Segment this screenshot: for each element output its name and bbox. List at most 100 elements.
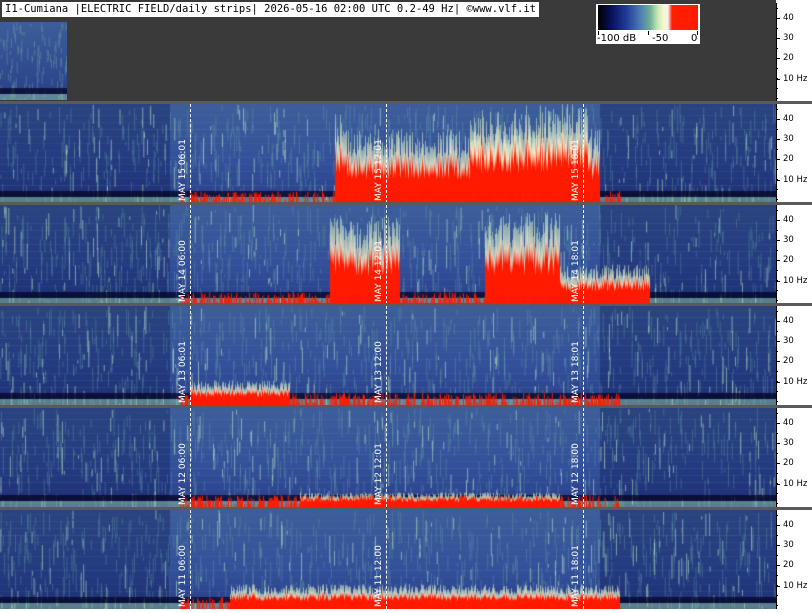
time-marker-line — [386, 306, 387, 405]
axis-minor-tick — [776, 381, 778, 382]
axis-minor-tick — [776, 565, 778, 566]
color-scale-bar — [598, 5, 698, 30]
axis-minor-tick — [776, 443, 778, 444]
time-marker-label: MAY 14 06:00 — [178, 240, 188, 302]
axis-minor-tick — [776, 493, 778, 494]
axis-minor-tick — [776, 321, 778, 322]
time-marker-label: MAY 12 12:01 — [374, 443, 384, 505]
axis-minor-tick — [776, 210, 778, 211]
axis-minor-tick — [776, 119, 778, 120]
axis-label: 10 Hz — [783, 276, 808, 286]
axis-minor-tick — [776, 545, 778, 546]
time-marker-line — [583, 510, 584, 609]
axis-label: 30 — [783, 33, 794, 43]
axis-tick — [776, 79, 780, 80]
frequency-axis: 40 30 20 10 Hz — [776, 408, 812, 507]
axis-tick — [776, 484, 780, 485]
axis-tick — [776, 281, 780, 282]
strip-separator — [0, 507, 812, 510]
time-marker-line — [583, 205, 584, 304]
time-marker-line — [190, 510, 191, 609]
axis-minor-tick — [776, 423, 778, 424]
axis-minor-tick — [776, 220, 778, 221]
axis-minor-tick — [776, 199, 778, 200]
axis-label: 30 — [783, 438, 794, 448]
axis-minor-tick — [776, 169, 778, 170]
axis-label: 40 — [783, 13, 794, 23]
axis-minor-tick — [776, 585, 778, 586]
axis-label: 10 Hz — [783, 74, 808, 84]
axis-minor-tick — [776, 391, 778, 392]
spectrogram-strip — [0, 408, 776, 507]
frequency-axis-header: 40 30 20 10 Hz — [776, 3, 812, 102]
time-marker-line — [386, 408, 387, 507]
axis-label: 40 — [783, 520, 794, 530]
axis-minor-tick — [776, 109, 778, 110]
axis-minor-tick — [776, 58, 778, 59]
axis-label: 20 — [783, 560, 794, 570]
time-marker-label: MAY 13 12:00 — [374, 341, 384, 403]
axis-label: 30 — [783, 336, 794, 346]
time-marker-label: MAY 15 18:01 — [571, 139, 581, 201]
axis-label: 30 — [783, 235, 794, 245]
strip-separator — [0, 303, 812, 306]
axis-minor-tick — [776, 179, 778, 180]
axis-minor-tick — [776, 371, 778, 372]
axis-label: 20 — [783, 255, 794, 265]
axis-label: 40 — [783, 215, 794, 225]
legend-label-mid: -50 — [652, 33, 669, 44]
strip-separator — [0, 101, 812, 104]
axis-minor-tick — [776, 18, 778, 19]
spectrogram-strip — [0, 104, 776, 203]
axis-label: 30 — [783, 540, 794, 550]
axis-minor-tick — [776, 311, 778, 312]
axis-label: 20 — [783, 356, 794, 366]
axis-label: 10 Hz — [783, 377, 808, 387]
axis-minor-tick — [776, 605, 778, 606]
axis-minor-tick — [776, 341, 778, 342]
legend-label-max: 0 — [691, 33, 698, 44]
axis-minor-tick — [776, 300, 778, 301]
color-scale-legend: -100 dB -50 0 — [596, 4, 700, 44]
axis-label: 10 Hz — [783, 581, 808, 591]
legend-tick — [648, 31, 649, 35]
axis-minor-tick — [776, 515, 778, 516]
axis-minor-tick — [776, 361, 778, 362]
spectrogram-strip — [0, 306, 776, 405]
axis-label: 20 — [783, 458, 794, 468]
axis-minor-tick — [776, 331, 778, 332]
time-marker-label: MAY 12 06:00 — [178, 443, 188, 505]
spectrogram-strip — [0, 510, 776, 609]
axis-minor-tick — [776, 240, 778, 241]
spectrogram-strip — [0, 205, 776, 304]
axis-minor-tick — [776, 129, 778, 130]
axis-minor-tick — [776, 351, 778, 352]
time-marker-line — [583, 408, 584, 507]
axis-tick — [776, 382, 780, 383]
axis-minor-tick — [776, 48, 778, 49]
time-marker-label: MAY 13 06:01 — [178, 341, 188, 403]
legend-label-min: -100 dB — [597, 33, 637, 44]
time-marker-label: MAY 12 18:00 — [571, 443, 581, 505]
current-strip-thumbnail — [0, 22, 67, 100]
axis-minor-tick — [776, 413, 778, 414]
time-marker-line — [583, 306, 584, 405]
axis-minor-tick — [776, 260, 778, 261]
axis-minor-tick — [776, 189, 778, 190]
axis-label: 40 — [783, 316, 794, 326]
time-marker-label: MAY 15 06:01 — [178, 139, 188, 201]
time-marker-line — [386, 510, 387, 609]
time-marker-line — [190, 104, 191, 203]
axis-minor-tick — [776, 453, 778, 454]
axis-minor-tick — [776, 290, 778, 291]
time-marker-label: MAY 11 12:00 — [374, 545, 384, 607]
axis-minor-tick — [776, 68, 778, 69]
time-marker-line — [583, 104, 584, 203]
axis-minor-tick — [776, 401, 778, 402]
frequency-axis: 40 30 20 10 Hz — [776, 510, 812, 609]
axis-minor-tick — [776, 139, 778, 140]
time-marker-label: MAY 11 06:00 — [178, 545, 188, 607]
axis-minor-tick — [776, 98, 778, 99]
axis-label: 20 — [783, 154, 794, 164]
axis-minor-tick — [776, 38, 778, 39]
